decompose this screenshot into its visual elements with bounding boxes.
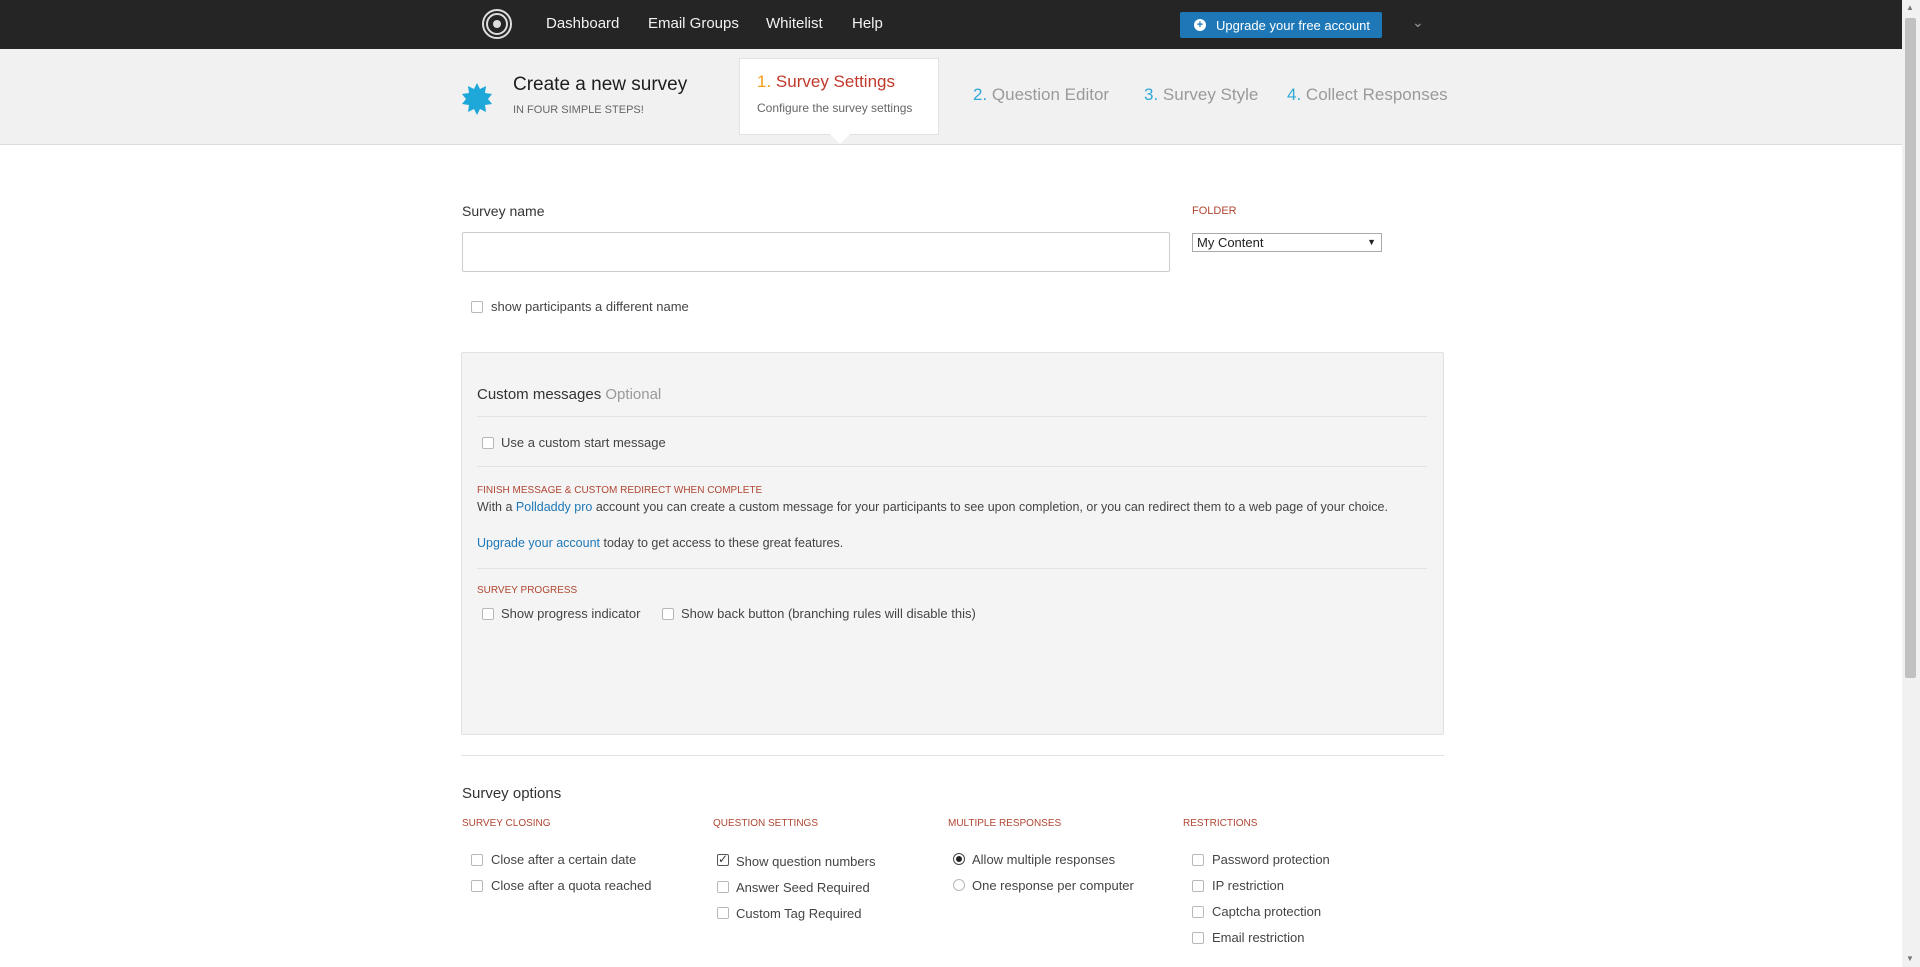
step-description: Configure the survey settings — [757, 101, 913, 115]
nav-help[interactable]: Help — [852, 15, 883, 32]
captcha-protection-label: Captcha protection — [1212, 904, 1322, 919]
survey-options-title: Survey options — [462, 785, 562, 802]
survey-closing-heading: SURVEY CLOSING — [462, 818, 551, 829]
email-restriction-checkbox[interactable] — [1192, 932, 1204, 944]
ip-restriction-label: IP restriction — [1212, 878, 1285, 893]
survey-name-input[interactable] — [462, 232, 1170, 272]
answer-seed-label: Answer Seed Required — [736, 880, 870, 895]
step-label: 1. Survey Settings — [757, 72, 895, 91]
upgrade-account-button[interactable]: + Upgrade your free account — [1180, 12, 1382, 38]
progress-indicator-checkbox[interactable] — [482, 608, 494, 620]
polldaddy-pro-link[interactable]: Polldaddy pro — [516, 500, 592, 514]
alt-name-checkbox[interactable] — [471, 301, 483, 313]
page-subtitle: IN FOUR SIMPLE STEPS! — [513, 104, 644, 116]
one-response-label: One response per computer — [972, 878, 1134, 893]
password-protection-label: Password protection — [1212, 852, 1330, 867]
step-survey-style[interactable]: 3. Survey Style — [1144, 85, 1258, 105]
close-after-quota-checkbox[interactable] — [471, 880, 483, 892]
question-settings-heading: QUESTION SETTINGS — [713, 818, 819, 829]
captcha-protection-checkbox[interactable] — [1192, 906, 1204, 918]
close-after-quota-label: Close after a quota reached — [491, 878, 652, 893]
back-button-label: Show back button (branching rules will d… — [681, 606, 976, 621]
multiple-responses-heading: MULTIPLE RESPONSES — [948, 818, 1062, 829]
step-collect-responses[interactable]: 4. Collect Responses — [1287, 85, 1448, 105]
custom-tag-label: Custom Tag Required — [736, 906, 862, 921]
allow-multiple-label: Allow multiple responses — [972, 852, 1116, 867]
divider — [477, 416, 1427, 417]
scroll-down-arrow-icon[interactable]: ▼ — [1906, 954, 1914, 963]
allow-multiple-radio[interactable] — [953, 853, 965, 865]
steps-header — [0, 49, 1902, 145]
upgrade-account-link[interactable]: Upgrade your account — [477, 536, 600, 550]
show-question-numbers-label: Show question numbers — [736, 854, 876, 869]
scroll-up-arrow-icon[interactable]: ▲ — [1906, 3, 1914, 12]
finish-message-text: With a Polldaddy pro account you can cre… — [477, 500, 1388, 514]
folder-label: FOLDER — [1192, 205, 1237, 217]
folder-select[interactable]: My Content ▼ — [1192, 233, 1382, 252]
survey-progress-heading: SURVEY PROGRESS — [477, 585, 578, 596]
password-protection-checkbox[interactable] — [1192, 854, 1204, 866]
custom-messages-title: Custom messages Optional — [477, 386, 662, 403]
alt-name-label: show participants a different name — [491, 299, 689, 314]
top-nav-bar: Dashboard Email Groups Whitelist Help + … — [0, 0, 1902, 49]
progress-indicator-label: Show progress indicator — [501, 606, 641, 621]
survey-name-label: Survey name — [462, 203, 545, 219]
custom-start-message-label: Use a custom start message — [501, 435, 666, 450]
upgrade-text: Upgrade your account today to get access… — [477, 536, 844, 550]
nav-email-groups[interactable]: Email Groups — [648, 15, 739, 32]
dropdown-arrow-icon: ▼ — [1367, 237, 1376, 247]
close-after-date-label: Close after a certain date — [491, 852, 637, 867]
scrollbar-thumb[interactable] — [1905, 18, 1916, 678]
ip-restriction-checkbox[interactable] — [1192, 880, 1204, 892]
step-question-editor[interactable]: 2. Question Editor — [973, 85, 1109, 105]
chevron-down-icon[interactable]: ⌄ — [1412, 14, 1424, 31]
close-after-date-checkbox[interactable] — [471, 854, 483, 866]
upgrade-button-label: Upgrade your free account — [1216, 17, 1370, 33]
divider — [477, 568, 1427, 569]
folder-select-value: My Content — [1197, 235, 1264, 250]
restrictions-heading: RESTRICTIONS — [1183, 818, 1258, 829]
back-button-checkbox[interactable] — [662, 608, 674, 620]
step-survey-settings[interactable]: 1. Survey Settings Configure the survey … — [739, 58, 939, 135]
active-step-pointer — [830, 134, 850, 144]
email-restriction-label: Email restriction — [1212, 930, 1305, 945]
one-response-radio[interactable] — [953, 879, 965, 891]
polldaddy-logo-icon[interactable] — [482, 9, 512, 39]
finish-message-heading: FINISH MESSAGE & CUSTOM REDIRECT WHEN CO… — [477, 485, 763, 496]
show-question-numbers-checkbox[interactable] — [717, 852, 729, 866]
answer-seed-checkbox[interactable] — [717, 881, 729, 893]
custom-start-message-checkbox[interactable] — [482, 437, 494, 449]
plus-icon: + — [1194, 19, 1206, 31]
divider — [477, 466, 1427, 467]
divider — [461, 755, 1444, 756]
nav-whitelist[interactable]: Whitelist — [766, 15, 823, 32]
badge-star-icon — [462, 83, 492, 115]
custom-tag-checkbox[interactable] — [717, 907, 729, 919]
page-title: Create a new survey — [513, 74, 688, 95]
nav-dashboard[interactable]: Dashboard — [546, 15, 619, 32]
